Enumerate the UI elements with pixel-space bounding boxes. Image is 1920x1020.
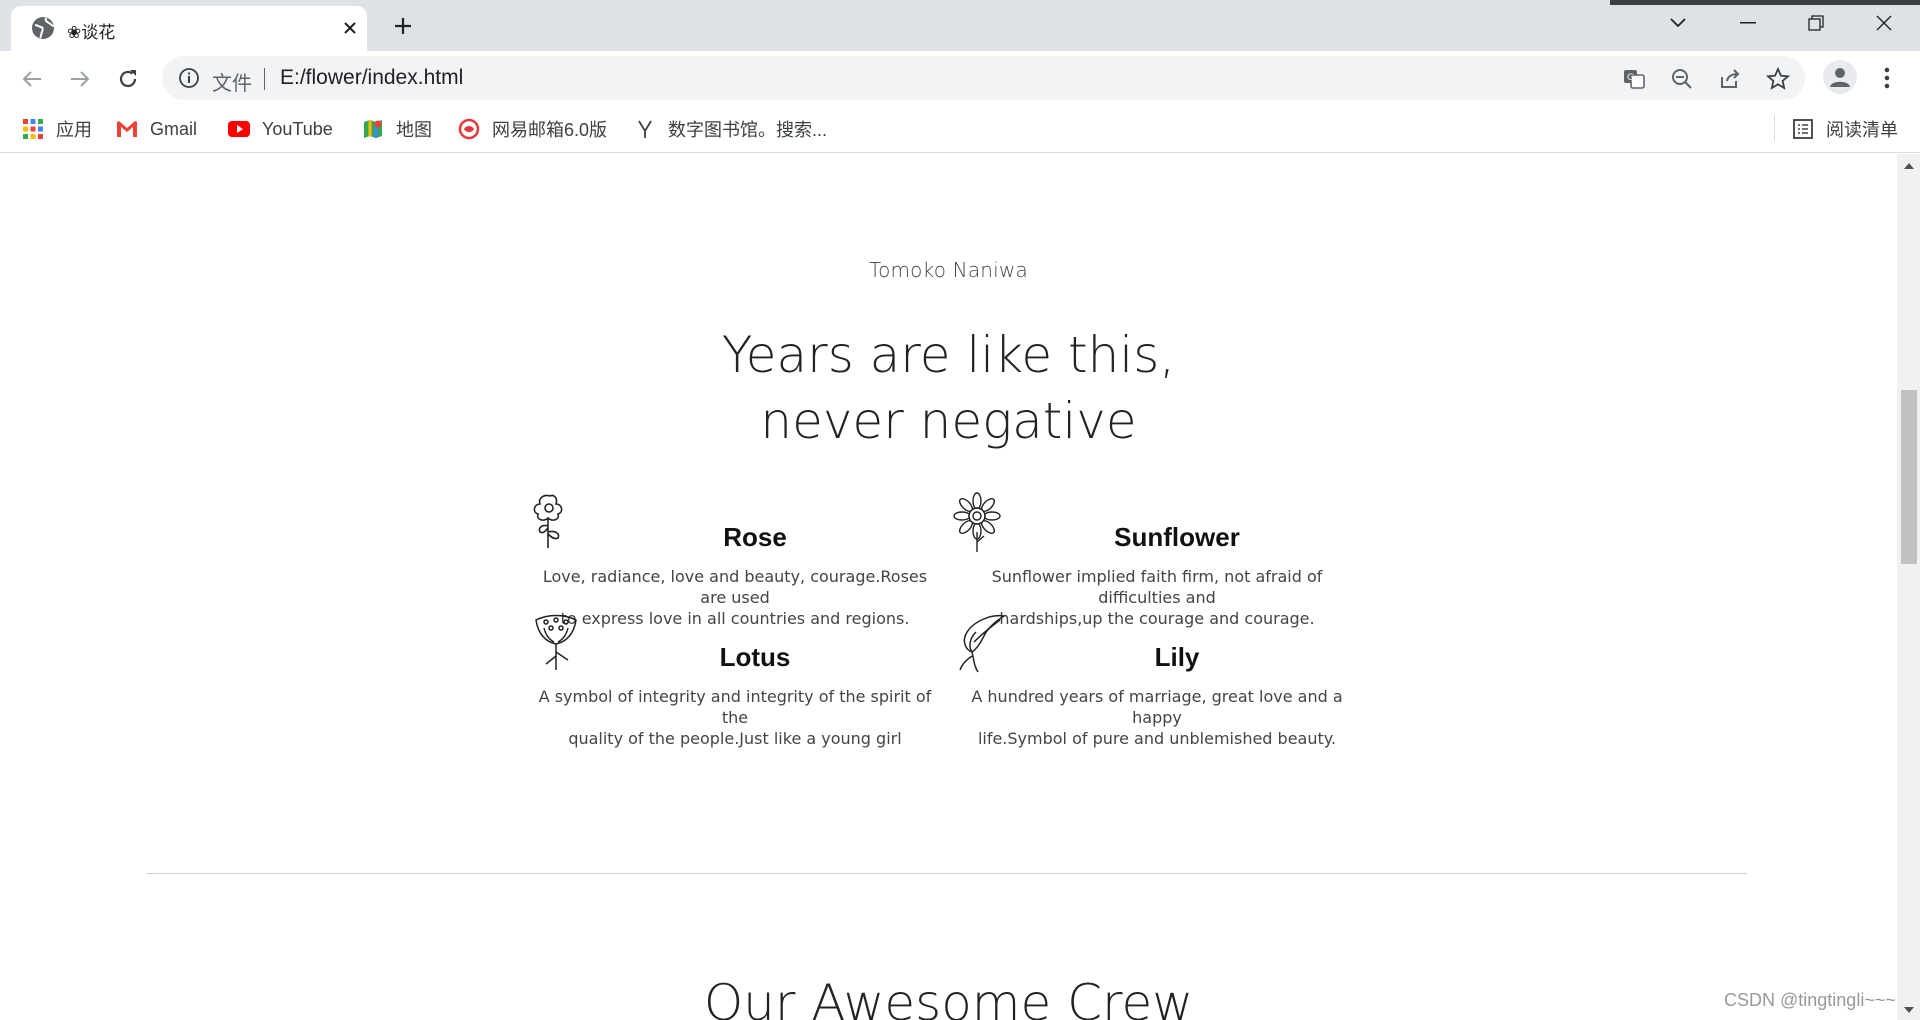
- gmail-icon: [116, 118, 138, 140]
- library-icon: [634, 118, 656, 140]
- page-scrollbar[interactable]: [1897, 154, 1920, 1020]
- description-line: life.Symbol of pure and unblemished beau…: [977, 729, 1337, 748]
- scrollbar-thumb[interactable]: [1901, 390, 1917, 564]
- scroll-up-icon[interactable]: [1902, 160, 1916, 172]
- maps-icon: [362, 118, 384, 140]
- kebab-menu-icon[interactable]: [1873, 62, 1901, 94]
- crew-heading: Our Awesome Crew: [703, 974, 1194, 1020]
- tab-strip: ❀谈花: [0, 0, 1920, 51]
- netease-mail-icon: [458, 118, 480, 140]
- description-line: A hundred years of marriage, great love …: [971, 687, 1343, 727]
- reading-list-label: 阅读清单: [1826, 120, 1898, 140]
- headline-line-2: never negative: [760, 392, 1137, 450]
- back-icon[interactable]: [16, 63, 48, 95]
- browser-toolbar: 文件 E:/flower/index.html G: [0, 51, 1920, 105]
- author-name: Tomoko Naniwa: [869, 258, 1028, 282]
- share-icon[interactable]: [1716, 65, 1744, 93]
- description-line: to express love in all countries and reg…: [560, 609, 910, 628]
- bookmark-library[interactable]: 数字图书馆。搜索...: [634, 113, 827, 145]
- tab-close-icon[interactable]: [336, 14, 364, 42]
- flower-description: Sunflower implied faith firm, not afraid…: [952, 566, 1362, 629]
- bookmark-label: Gmail: [150, 118, 198, 139]
- restore-icon[interactable]: [1788, 5, 1844, 41]
- profile-avatar-icon[interactable]: [1823, 60, 1857, 94]
- bookmark-label: 地图: [396, 120, 432, 140]
- youtube-icon: [228, 118, 250, 140]
- bookmark-netease-mail[interactable]: 网易邮箱6.0版: [458, 113, 607, 145]
- globe-icon: [30, 15, 56, 41]
- url-separator: [264, 68, 265, 90]
- description-line: hardships,up the courage and courage.: [999, 609, 1315, 628]
- browser-tab[interactable]: ❀谈花: [11, 6, 367, 51]
- flower-name: Lily: [1154, 642, 1200, 672]
- zoom-out-icon[interactable]: [1668, 65, 1696, 93]
- bookmark-separator: [1774, 115, 1775, 141]
- svg-text:G: G: [1627, 73, 1634, 83]
- flower-description: Love, radiance, love and beauty, courage…: [530, 566, 940, 629]
- flower-name: Lotus: [719, 642, 791, 672]
- url-protocol-label: 文件: [212, 73, 252, 95]
- url-text[interactable]: E:/flower/index.html: [280, 66, 463, 90]
- tab-title: ❀谈花: [67, 23, 116, 42]
- section-divider: [147, 873, 1747, 874]
- bookmark-label: 网易邮箱6.0版: [492, 120, 608, 140]
- bookmark-star-icon[interactable]: [1764, 65, 1792, 93]
- reload-icon[interactable]: [112, 63, 144, 95]
- address-bar[interactable]: 文件 E:/flower/index.html G: [162, 56, 1805, 100]
- bookmark-apps[interactable]: 应用: [22, 113, 92, 145]
- description-line: Love, radiance, love and beauty, courage…: [542, 567, 928, 607]
- forward-icon[interactable]: [64, 63, 96, 95]
- bookmark-maps[interactable]: 地图: [362, 113, 432, 145]
- minimize-icon[interactable]: [1720, 5, 1776, 41]
- description-line: A symbol of integrity and integrity of t…: [538, 687, 932, 727]
- page-viewport: Tomoko Naniwa Years are like this, never…: [0, 154, 1897, 1020]
- flower-description: A hundred years of marriage, great love …: [952, 686, 1362, 749]
- page-headline: Years are like this, never negative: [0, 322, 1897, 454]
- tab-search-icon[interactable]: [1650, 5, 1706, 41]
- description-line: Sunflower implied faith firm, not afraid…: [991, 567, 1323, 607]
- flower-name: Rose: [723, 522, 787, 552]
- info-icon[interactable]: [178, 67, 200, 89]
- headline-line-1: Years are like this,: [721, 326, 1176, 384]
- bookmark-youtube[interactable]: YouTube: [228, 113, 333, 145]
- apps-grid-icon: [22, 118, 44, 140]
- bookmark-label: YouTube: [262, 118, 333, 139]
- bookmark-label: 应用: [56, 120, 92, 140]
- bookmarks-bar: 应用 Gmail YouTube 地图 网易邮箱6.0版 数字图书馆。搜索...: [0, 105, 1920, 153]
- scroll-down-icon[interactable]: [1902, 1004, 1916, 1016]
- description-line: quality of the people.Just like a young …: [568, 729, 902, 748]
- translate-icon[interactable]: G: [1620, 65, 1648, 93]
- bookmark-label: 数字图书馆。搜索...: [668, 120, 828, 140]
- reading-list-button[interactable]: 阅读清单: [1792, 113, 1898, 145]
- reading-list-icon: [1792, 118, 1814, 140]
- flower-name: Sunflower: [1114, 522, 1240, 552]
- close-window-icon[interactable]: [1856, 5, 1912, 41]
- new-tab-button[interactable]: [387, 10, 419, 42]
- csdn-watermark: CSDN @tingtingli~~~: [1724, 990, 1896, 1010]
- bookmark-gmail[interactable]: Gmail: [116, 113, 197, 145]
- flower-description: A symbol of integrity and integrity of t…: [530, 686, 940, 749]
